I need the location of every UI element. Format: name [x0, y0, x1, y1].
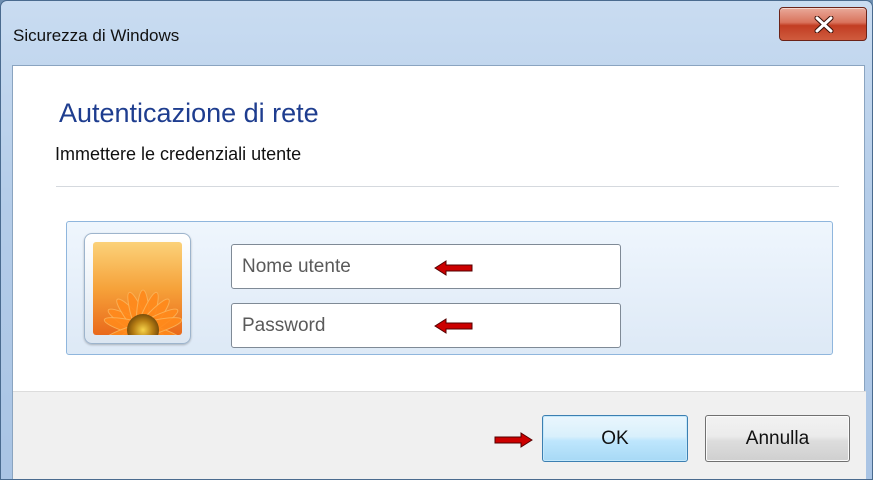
close-button[interactable] — [779, 7, 867, 41]
security-dialog-window: Sicurezza di Windows Autenticazione di r… — [0, 0, 873, 480]
red-arrow-icon — [434, 318, 473, 334]
dialog-content: Autenticazione di rete Immettere le cred… — [12, 65, 866, 479]
flower-avatar-icon — [93, 242, 182, 335]
dialog-footer: OK Annulla — [13, 391, 866, 479]
divider — [56, 186, 839, 187]
title-bar[interactable]: Sicurezza di Windows — [1, 1, 872, 47]
user-avatar — [84, 233, 191, 344]
close-icon — [814, 16, 834, 33]
window-title: Sicurezza di Windows — [13, 26, 180, 45]
password-field[interactable] — [231, 303, 621, 348]
dialog-heading: Autenticazione di rete — [59, 98, 319, 128]
ok-button[interactable]: OK — [542, 415, 688, 462]
username-field[interactable] — [231, 244, 621, 289]
red-arrow-icon — [494, 432, 533, 448]
credential-tile[interactable] — [66, 221, 833, 355]
cancel-button[interactable]: Annulla — [705, 415, 850, 462]
dialog-subheading: Immettere le credenziali utente — [55, 144, 302, 164]
red-arrow-icon — [434, 260, 473, 276]
